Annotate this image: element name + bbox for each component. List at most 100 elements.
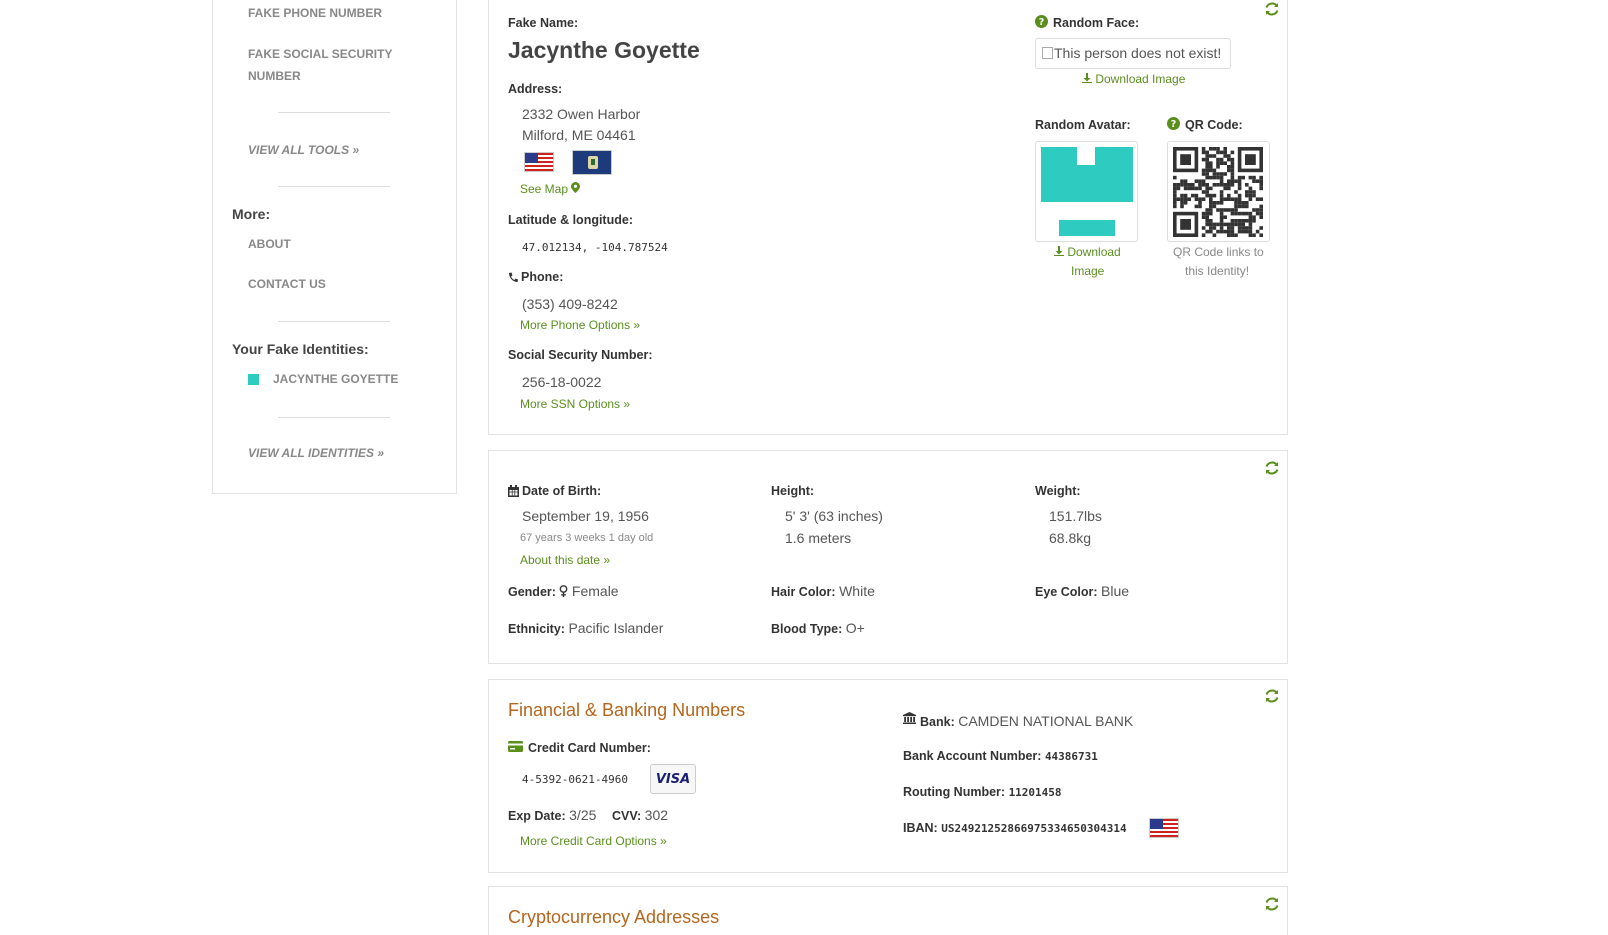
eye-value: Blue (1101, 583, 1130, 599)
view-all-tools-link[interactable]: VIEW ALL TOOLS » (248, 139, 359, 161)
age-value: 67 years 3 weeks 1 day old (520, 532, 654, 544)
credit-card-label: Credit Card Number: (528, 741, 651, 755)
account-value: 44386731 (1044, 750, 1098, 763)
cvv-row: CVV: 302 (612, 807, 668, 823)
latlng-value: 47.012134, -104.787524 (522, 241, 668, 254)
qr-code-pattern (1173, 147, 1263, 237)
blood-label: Blood Type: (771, 622, 843, 636)
qr-note-line2: this Identity! (1185, 264, 1250, 278)
bank-row: Bank: CAMDEN NATIONAL BANK (920, 713, 1133, 729)
us-flag-icon (524, 152, 554, 172)
map-marker-icon (571, 182, 581, 193)
credit-card-number: 4-5392-0621-4960 (522, 773, 628, 786)
avatar-identicon (1041, 147, 1133, 236)
finance-section-title: Financial & Banking Numbers (508, 700, 746, 720)
ssn-value: 256-18-0022 (522, 374, 602, 390)
iban-label: IBAN: (903, 821, 938, 835)
sidebar-link-fake-ssn-cont[interactable]: NUMBER (248, 65, 301, 87)
broken-image-icon (1042, 47, 1053, 59)
height-imperial: 5' 3' (63 inches) (785, 508, 883, 524)
more-ssn-options-link[interactable]: More SSN Options » (520, 397, 630, 411)
fake-name-label: Fake Name: (508, 16, 579, 30)
phone-label: Phone: (521, 270, 564, 284)
credit-card-icon (508, 741, 523, 752)
weight-kg: 68.8kg (1049, 530, 1092, 546)
bank-value: CAMDEN NATIONAL BANK (958, 713, 1134, 729)
height-label: Height: (771, 484, 815, 498)
see-map-link[interactable]: See Map (520, 182, 581, 196)
sidebar-divider (278, 417, 390, 418)
download-icon (1054, 246, 1064, 256)
visa-card-icon: VISA (650, 764, 696, 794)
view-all-identities-link[interactable]: VIEW ALL IDENTITIES » (248, 442, 384, 464)
sidebar-divider (278, 186, 390, 187)
download-avatar-text-1: Download (1067, 245, 1121, 259)
crypto-section-title: Cryptocurrency Addresses (508, 907, 720, 927)
iban-value: US24921252866975334650304314 (941, 822, 1127, 835)
qr-code-image[interactable] (1167, 141, 1270, 242)
address-line1: 2332 Owen Harbor (522, 106, 641, 122)
sidebar-link-about[interactable]: ABOUT (248, 233, 291, 255)
see-map-text: See Map (520, 182, 569, 196)
address-line2: Milford, ME 04461 (522, 127, 636, 143)
account-row: Bank Account Number: 44386731 (903, 749, 1098, 763)
eye-row: Eye Color: Blue (1035, 583, 1129, 599)
blood-row: Blood Type: O+ (771, 620, 865, 636)
dob-value: September 19, 1956 (522, 508, 649, 524)
random-avatar-label: Random Avatar: (1035, 118, 1131, 132)
more-phone-options-link[interactable]: More Phone Options » (520, 318, 640, 332)
sidebar-divider (278, 112, 390, 113)
dob-label: Date of Birth: (522, 484, 602, 498)
download-face-text: Download Image (1095, 72, 1186, 86)
sidebar-identity-item[interactable]: JACYNTHE GOYETTE (273, 368, 398, 390)
weight-label: Weight: (1035, 484, 1081, 498)
iban-row: IBAN: US24921252866975334650304314 (903, 821, 1127, 835)
download-icon (1082, 73, 1092, 83)
question-circle-icon[interactable]: ? (1167, 117, 1180, 130)
question-circle-icon[interactable]: ? (1035, 15, 1048, 28)
fake-name: Jacynthe Goyette (508, 37, 700, 63)
hair-label: Hair Color: (771, 585, 836, 599)
phone-icon (509, 272, 518, 282)
svg-text:?: ? (1171, 119, 1177, 130)
ethnicity-row: Ethnicity: Pacific Islander (508, 620, 663, 636)
venus-icon (560, 585, 568, 597)
gender-row: Gender: Female (508, 583, 619, 599)
routing-row: Routing Number: 11201458 (903, 785, 1062, 799)
more-credit-card-options-link[interactable]: More Credit Card Options » (520, 834, 667, 848)
ethnicity-label: Ethnicity: (508, 622, 565, 636)
about-this-date-link[interactable]: About this date » (520, 553, 610, 567)
routing-label: Routing Number: (903, 785, 1006, 799)
exp-row: Exp Date: 3/25 (508, 807, 596, 823)
download-face-link[interactable]: Download Image (1082, 72, 1185, 86)
sidebar-link-fake-ssn[interactable]: FAKE SOCIAL SECURITY (248, 43, 392, 65)
random-avatar-image[interactable] (1035, 141, 1138, 242)
bank-label: Bank: (920, 715, 955, 729)
eye-label: Eye Color: (1035, 585, 1098, 599)
calendar-icon (508, 485, 519, 497)
refresh-icon[interactable] (1264, 688, 1280, 704)
sidebar-divider (278, 321, 390, 322)
random-face-label: Random Face: (1053, 16, 1140, 30)
exp-value: 3/25 (569, 807, 597, 823)
sidebar-link-contact[interactable]: CONTACT US (248, 273, 326, 295)
refresh-icon[interactable] (1264, 896, 1280, 912)
ssn-label: Social Security Number: (508, 348, 653, 362)
hair-value: White (839, 583, 875, 599)
latlng-label: Latitude & longitude: (508, 213, 633, 227)
refresh-icon[interactable] (1264, 460, 1280, 476)
random-face-image[interactable]: This person does not exist! (1035, 38, 1231, 69)
refresh-icon[interactable] (1264, 1, 1280, 17)
height-metric: 1.6 meters (785, 530, 852, 546)
phone-value: (353) 409-8242 (522, 296, 618, 312)
gender-label: Gender: (508, 585, 556, 599)
maine-flag-icon (572, 150, 612, 175)
bank-icon (903, 712, 916, 724)
sidebar-link-fake-phone-number[interactable]: FAKE PHONE NUMBER (248, 2, 382, 24)
download-avatar-text-2[interactable]: Image (1071, 264, 1104, 278)
exp-label: Exp Date: (508, 809, 566, 823)
blood-value: O+ (845, 620, 865, 636)
cvv-label: CVV: (612, 809, 642, 823)
download-avatar-link[interactable]: Download (1054, 245, 1121, 259)
broken-image-alt: This person does not exist! (1036, 39, 1230, 67)
